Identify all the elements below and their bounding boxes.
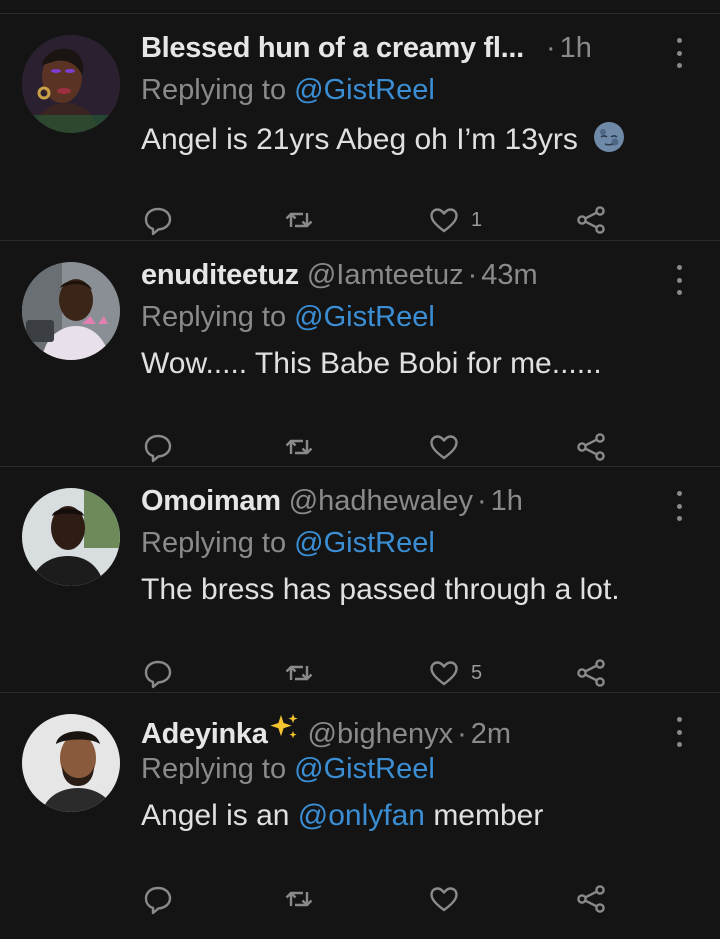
share-icon <box>574 203 608 237</box>
tweet-text-body: The bress has passed through a lot. <box>141 573 620 606</box>
replying-to-label: Replying to <box>141 527 287 559</box>
heart-icon <box>427 656 461 690</box>
display-name[interactable]: enuditeetuz <box>141 259 299 292</box>
timestamp[interactable]: 2m <box>471 718 511 751</box>
reply-button[interactable] <box>141 429 175 465</box>
tweet-card[interactable]: Adeyinka @bighenyx · 2m Replying to @Gis… <box>0 693 720 919</box>
avatar[interactable] <box>22 714 120 812</box>
tweet-text-body: Angel is 21yrs Abeg oh I’m 13yrs <box>141 122 578 156</box>
timestamp[interactable]: 43m <box>481 259 537 292</box>
tweet-text-body: Wow..... This Babe Bobi for me...... <box>141 347 602 380</box>
replying-to-label: Replying to <box>141 753 287 785</box>
separator-dot: · <box>467 259 478 291</box>
tweet-card[interactable]: enuditeetuz @Iamteetuz · 43m Replying to… <box>0 241 720 467</box>
reply-icon <box>141 656 175 690</box>
retweet-button[interactable] <box>282 202 316 238</box>
tweet-actions <box>141 881 701 917</box>
separator-dot: · <box>457 718 467 750</box>
avatar[interactable] <box>22 262 120 360</box>
reply-icon <box>141 430 175 464</box>
share-icon <box>574 430 608 464</box>
user-handle[interactable]: @Iamteetuz <box>307 259 464 292</box>
avatar[interactable] <box>22 488 120 586</box>
retweet-button[interactable] <box>282 429 316 465</box>
moon-face-icon <box>592 120 626 162</box>
more-options-icon[interactable] <box>672 491 686 521</box>
retweet-icon <box>282 430 316 464</box>
more-options-icon[interactable] <box>672 717 686 747</box>
retweet-icon <box>282 882 316 916</box>
reply-button[interactable] <box>141 202 175 238</box>
share-icon <box>574 656 608 690</box>
tweet-text: The bress has passed through a lot. <box>141 573 700 617</box>
user-handle[interactable]: @hadhewaley <box>289 485 473 518</box>
tweet-card[interactable]: Blessed hun of a creamy fl... · 1h Reply… <box>0 13 720 241</box>
like-button[interactable] <box>427 881 471 917</box>
tweet-actions: 1 <box>141 202 701 238</box>
retweet-button[interactable] <box>282 655 316 691</box>
replying-to: Replying to @GistReel <box>141 753 700 795</box>
tweet-card[interactable]: Omoimam @hadhewaley · 1h Replying to @Gi… <box>0 467 720 693</box>
separator-dot: · <box>545 32 556 64</box>
reply-button[interactable] <box>141 655 175 691</box>
timestamp[interactable]: 1h <box>491 485 523 518</box>
replying-to-mention[interactable]: @GistReel <box>294 301 435 333</box>
replying-to: Replying to @GistReel <box>141 301 700 343</box>
retweet-icon <box>282 656 316 690</box>
heart-icon <box>427 882 461 916</box>
share-button[interactable] <box>574 202 608 238</box>
tweet-text-body: Angel is an <box>141 799 298 832</box>
share-button[interactable] <box>574 429 608 465</box>
display-name[interactable]: Blessed hun of a creamy fl... <box>141 32 524 65</box>
reply-button[interactable] <box>141 881 175 917</box>
share-button[interactable] <box>574 881 608 917</box>
like-button[interactable]: 5 <box>427 655 482 691</box>
like-count: 5 <box>471 661 483 684</box>
replying-to: Replying to @GistReel <box>141 74 700 116</box>
retweet-button[interactable] <box>282 881 316 917</box>
retweet-icon <box>282 203 316 237</box>
tweet-text-suffix: member <box>424 799 544 832</box>
replying-to: Replying to @GistReel <box>141 527 700 569</box>
like-button[interactable] <box>427 429 471 465</box>
tweet-text: Angel is 21yrs Abeg oh I’m 13yrs <box>141 120 700 164</box>
more-options-icon[interactable] <box>672 265 686 295</box>
avatar[interactable] <box>22 35 120 133</box>
heart-icon <box>427 203 461 237</box>
heart-icon <box>427 430 461 464</box>
sparkles-icon <box>268 711 300 748</box>
reply-feed: Blessed hun of a creamy fl... · 1h Reply… <box>0 13 720 939</box>
share-button[interactable] <box>574 655 608 691</box>
replying-to-mention[interactable]: @GistReel <box>294 527 435 559</box>
timestamp[interactable]: 1h <box>560 32 592 65</box>
more-options-icon[interactable] <box>672 38 686 68</box>
tweet-text: Angel is an @onlyfan member <box>141 799 700 843</box>
tweet-actions <box>141 429 701 465</box>
share-icon <box>574 882 608 916</box>
replying-to-label: Replying to <box>141 301 287 333</box>
replying-to-mention[interactable]: @GistReel <box>294 74 435 106</box>
tweet-text: Wow..... This Babe Bobi for me...... <box>141 347 700 391</box>
reply-icon <box>141 882 175 916</box>
replying-to-label: Replying to <box>141 74 287 106</box>
display-name[interactable]: Adeyinka <box>141 718 268 751</box>
separator-dot: · <box>476 485 487 517</box>
like-count: 1 <box>471 208 483 231</box>
tweet-text-mention[interactable]: @onlyfan <box>298 799 425 832</box>
reply-icon <box>141 203 175 237</box>
user-handle[interactable]: @bighenyx <box>308 718 454 751</box>
tweet-actions: 5 <box>141 655 701 691</box>
like-button[interactable]: 1 <box>427 202 482 238</box>
display-name[interactable]: Omoimam <box>141 485 281 518</box>
replying-to-mention[interactable]: @GistReel <box>294 753 435 785</box>
